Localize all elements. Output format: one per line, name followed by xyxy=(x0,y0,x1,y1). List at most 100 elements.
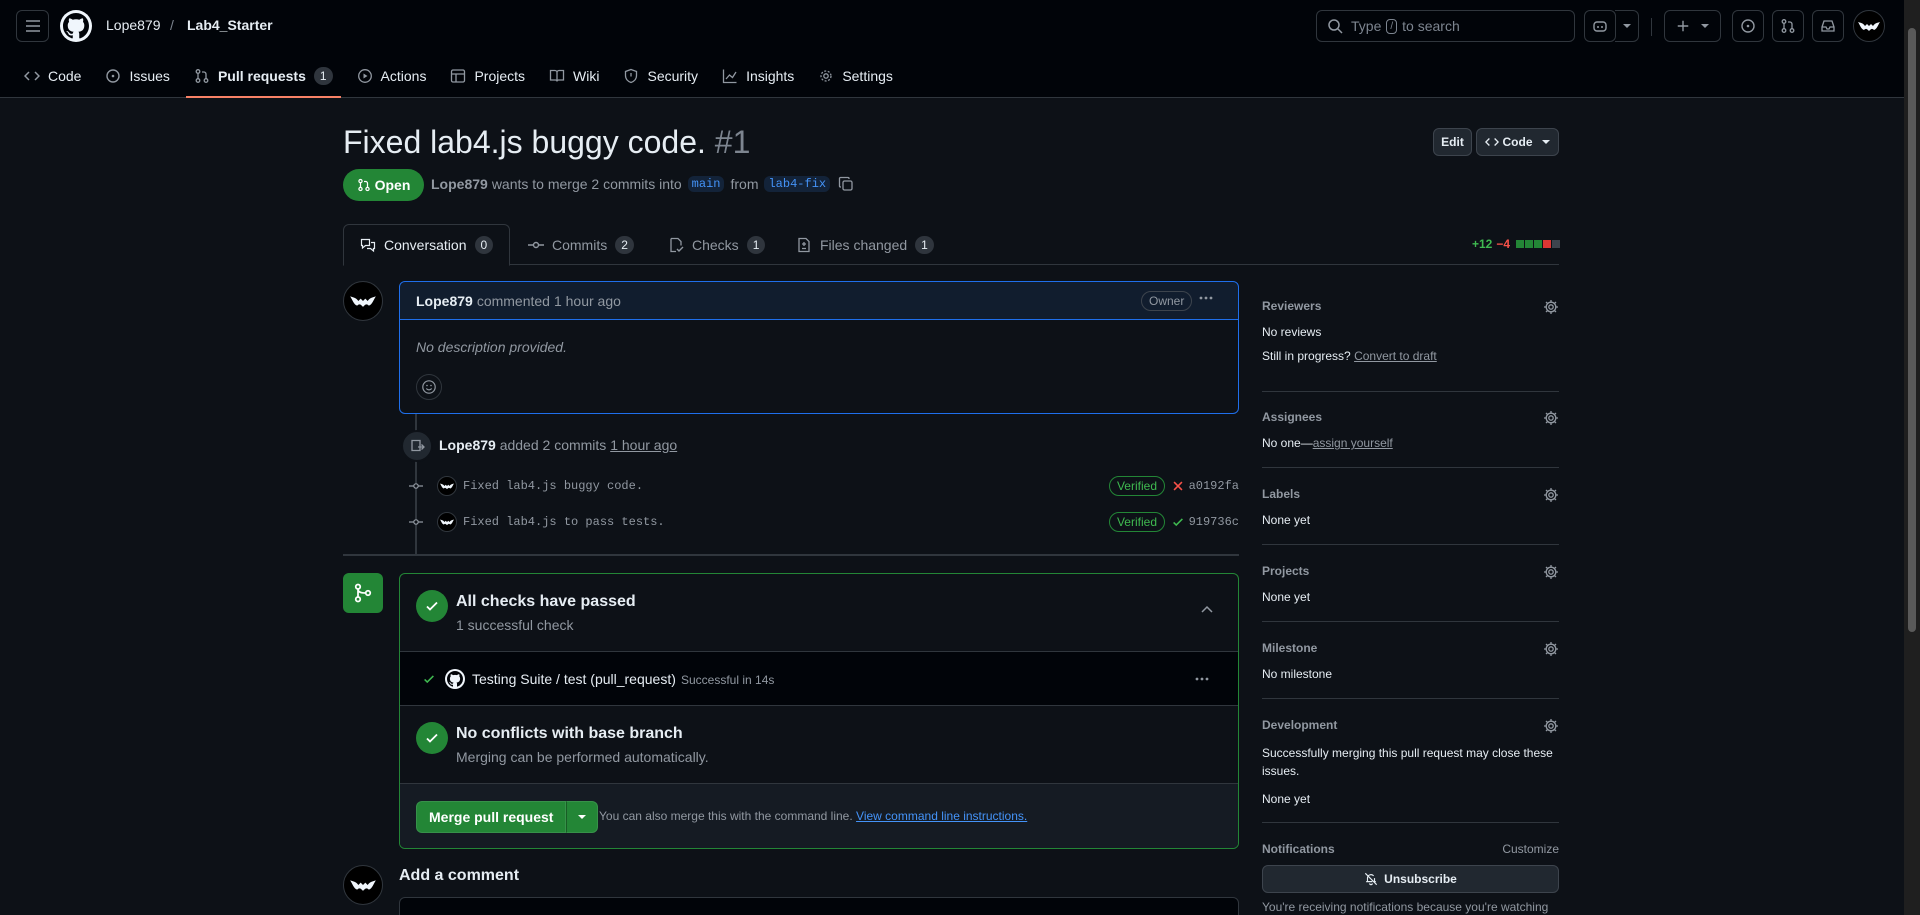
chevron-up-icon[interactable] xyxy=(1199,602,1215,618)
repo-tab-actions[interactable]: Actions xyxy=(349,60,435,92)
inbox-button[interactable] xyxy=(1812,10,1844,42)
repo-tab-code[interactable]: Code xyxy=(16,60,89,92)
milestone-value: No milestone xyxy=(1262,667,1333,681)
shield-icon xyxy=(625,68,638,84)
tab-conversation-label: Conversation xyxy=(384,237,467,253)
push-event-icon xyxy=(401,430,433,462)
commit-author-avatar[interactable] xyxy=(437,512,457,532)
assignees-value: No one— xyxy=(1262,436,1313,450)
copilot-dropdown-button[interactable] xyxy=(1615,10,1639,42)
breadcrumb-owner[interactable]: Lope879 xyxy=(106,17,161,33)
sidebar-reviewers: Reviewers No reviews Still in progress? … xyxy=(1262,299,1559,369)
github-logo-icon[interactable] xyxy=(60,10,92,42)
unsubscribe-button[interactable]: Unsubscribe xyxy=(1262,865,1559,893)
tab-commits[interactable]: Commits 2 xyxy=(512,224,650,265)
tab-checks[interactable]: Checks 1 xyxy=(652,224,781,265)
assign-yourself-link[interactable]: assign yourself xyxy=(1313,436,1393,450)
gear-icon xyxy=(820,70,832,82)
sidebar-divider xyxy=(1262,621,1559,622)
add-comment-heading: Add a comment xyxy=(399,867,520,884)
copy-icon[interactable] xyxy=(838,176,854,192)
gear-icon[interactable] xyxy=(1543,564,1559,580)
issue-icon xyxy=(1741,19,1755,33)
breadcrumb-repo[interactable]: Lab4_Starter xyxy=(187,17,273,33)
repo-tab-count: 1 xyxy=(313,67,333,85)
issues-button[interactable] xyxy=(1732,10,1764,42)
check-icon[interactable] xyxy=(1171,515,1185,529)
commit-message[interactable]: Fixed lab4.js to pass tests. xyxy=(463,515,665,529)
diffstat-block-add xyxy=(1516,240,1525,248)
git-commit-icon xyxy=(409,515,423,529)
pr-author-link[interactable]: Lope879 xyxy=(431,176,488,192)
pr-title-text: Fixed lab4.js buggy code. xyxy=(343,124,706,160)
bat-icon xyxy=(350,296,376,307)
verified-badge[interactable]: Verified xyxy=(1108,512,1165,532)
comment-discussion-icon xyxy=(360,238,376,253)
repo-tab-label: Security xyxy=(647,68,699,84)
tab-conversation[interactable]: Conversation 0 xyxy=(343,224,511,266)
repo-tab-insights[interactable]: Insights xyxy=(714,60,802,92)
pull-requests-button[interactable] xyxy=(1772,10,1804,42)
tab-files-label: Files changed xyxy=(820,236,908,253)
commit-event-author[interactable]: Lope879 xyxy=(439,437,496,453)
copilot-button[interactable] xyxy=(1584,10,1616,42)
diffstat-deletions: −4 xyxy=(1496,237,1511,251)
repo-tab-security[interactable]: Security xyxy=(615,60,706,92)
repo-tab-issues[interactable]: Issues xyxy=(97,60,177,92)
repo-tab-wiki[interactable]: Wiki xyxy=(541,60,607,92)
bat-icon xyxy=(440,483,454,490)
base-branch[interactable]: main xyxy=(687,176,725,192)
verified-badge[interactable]: Verified xyxy=(1108,476,1165,496)
comment-header: Lope879 commented 1 hour ago Owner xyxy=(400,282,1238,320)
plus-icon xyxy=(1677,20,1688,32)
tab-files-changed[interactable]: Files changed 1 xyxy=(780,224,950,265)
kebab-horizontal-icon[interactable] xyxy=(1193,671,1211,687)
page-title: Fixed lab4.js buggy code. #1 xyxy=(343,124,750,161)
command-line-instructions-link[interactable]: View command line instructions. xyxy=(856,809,1027,823)
assignees-heading: Assignees xyxy=(1262,410,1323,424)
commit-event-action: added 2 commits xyxy=(499,437,607,453)
commit-author-avatar[interactable] xyxy=(437,476,457,496)
smiley-icon xyxy=(422,380,436,394)
commit-status[interactable] xyxy=(1171,479,1185,493)
comment-author-avatar[interactable] xyxy=(343,281,383,321)
user-avatar[interactable] xyxy=(1853,10,1885,42)
commit-event-time[interactable]: 1 hour ago xyxy=(610,437,677,453)
commit-message[interactable]: Fixed lab4.js buggy code. xyxy=(463,479,643,493)
repo-tab-projects[interactable]: Projects xyxy=(442,60,533,92)
gear-icon[interactable] xyxy=(1543,410,1559,426)
sidebar-assignees: Assignees No one—assign yourself xyxy=(1262,410,1559,450)
gear-icon[interactable] xyxy=(1543,299,1559,315)
gear-icon[interactable] xyxy=(1543,487,1559,503)
repo-tab-pull-requests[interactable]: Pull requests 1 xyxy=(185,60,341,98)
customize-link[interactable]: Customize xyxy=(1502,842,1559,856)
repo-tab-settings[interactable]: Settings xyxy=(810,60,901,92)
commit-sha[interactable]: 919736c xyxy=(1189,515,1239,529)
comment-editor[interactable] xyxy=(399,897,1239,915)
gear-icon[interactable] xyxy=(1543,641,1559,657)
check-run-row[interactable]: Testing Suite / test (pull_request) Succ… xyxy=(400,651,1238,706)
search-input[interactable]: Type / to search xyxy=(1316,10,1575,42)
edit-button[interactable]: Edit xyxy=(1433,128,1472,156)
comment-author[interactable]: Lope879 xyxy=(416,293,473,309)
merge-method-dropdown[interactable] xyxy=(566,801,599,833)
scrollbar-thumb[interactable] xyxy=(1908,28,1916,632)
create-new-button[interactable] xyxy=(1664,10,1721,42)
commit-sha[interactable]: a0192fa xyxy=(1189,479,1239,493)
commit-status[interactable] xyxy=(1171,515,1185,529)
tab-commits-label: Commits xyxy=(552,236,608,253)
convert-to-draft-link[interactable]: Convert to draft xyxy=(1354,349,1437,363)
merge-pull-request-button[interactable]: Merge pull request xyxy=(416,801,567,833)
code-dropdown-button[interactable]: Code xyxy=(1476,128,1559,156)
check-run-name[interactable]: Testing Suite / test (pull_request) xyxy=(472,671,676,687)
code-icon xyxy=(24,71,40,81)
head-branch[interactable]: lab4-fix xyxy=(764,176,831,192)
add-reaction-button[interactable] xyxy=(416,374,442,400)
x-icon[interactable] xyxy=(1171,479,1185,493)
gear-icon[interactable] xyxy=(1543,718,1559,734)
menu-button[interactable] xyxy=(16,10,49,42)
diffstat-block-add xyxy=(1534,240,1543,248)
tab-checks-label: Checks xyxy=(692,236,739,253)
kebab-horizontal-icon[interactable] xyxy=(1198,290,1214,306)
comment-time[interactable]: 1 hour ago xyxy=(554,293,621,309)
